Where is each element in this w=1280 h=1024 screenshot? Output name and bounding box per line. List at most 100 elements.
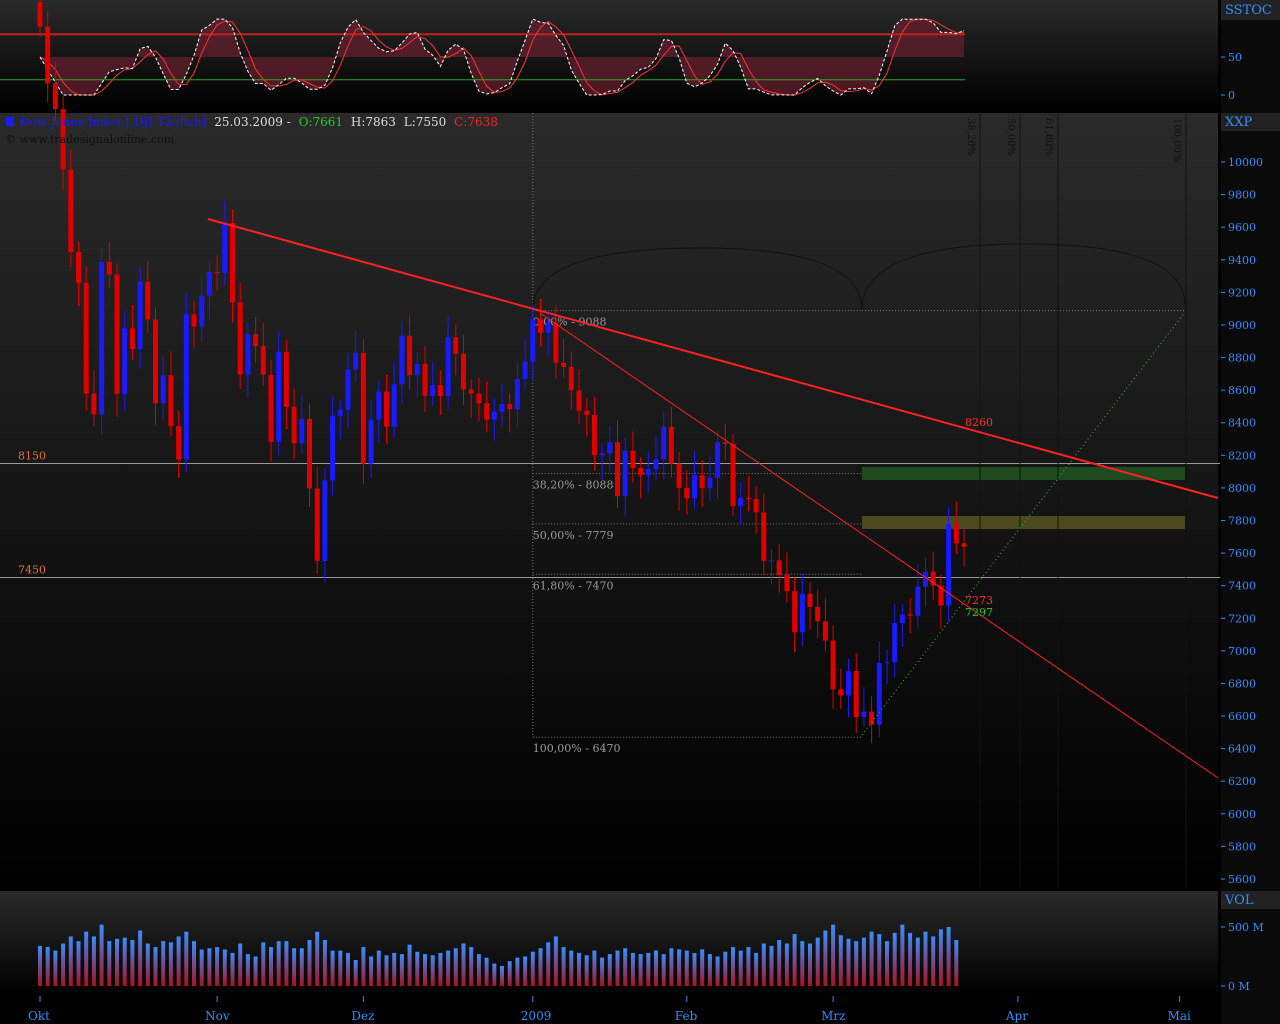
- y-tick-label: 5600: [1228, 873, 1256, 886]
- y-tick-label: 6600: [1228, 710, 1256, 723]
- y-tick-label: 8200: [1228, 449, 1256, 462]
- volume-bar: [184, 931, 189, 986]
- volume-bar: [569, 950, 574, 986]
- volume-title: VOL: [1224, 893, 1254, 908]
- volume-bar: [261, 942, 266, 986]
- volume-bar: [192, 941, 196, 986]
- y-tick-label: 7000: [1228, 645, 1256, 658]
- volume-bar: [553, 936, 558, 986]
- candle-body: [846, 671, 851, 696]
- volume-bar: [384, 955, 389, 986]
- candle-body: [114, 274, 120, 394]
- vol-tick-label: 0 M: [1228, 980, 1250, 993]
- candle-body: [368, 419, 374, 464]
- candle-body: [245, 334, 251, 375]
- candle-body: [491, 411, 497, 420]
- volume-bar: [507, 961, 512, 986]
- volume-bar: [53, 950, 58, 986]
- volume-bar: [869, 931, 874, 986]
- volume-bar: [376, 950, 381, 986]
- volume-bar: [76, 941, 81, 986]
- candle-body: [45, 26, 51, 84]
- y-tick-label: 7400: [1228, 580, 1256, 593]
- candle-body: [953, 524, 959, 544]
- candle-body: [299, 418, 305, 444]
- copyright: © www.tradesignalonline.com: [5, 133, 175, 146]
- volume-bar: [769, 945, 774, 986]
- candle-body: [538, 319, 543, 333]
- vol-tick-label: 500 M: [1228, 921, 1264, 934]
- volume-bar: [353, 960, 358, 986]
- volume-bar: [684, 950, 689, 986]
- candle-body: [199, 295, 205, 327]
- candle-body: [153, 319, 158, 404]
- volume-bar: [808, 943, 812, 986]
- candle-body: [237, 302, 243, 375]
- candle-body: [522, 361, 528, 380]
- x-tick-label: Dez: [351, 1009, 374, 1023]
- green-zone: [862, 467, 1185, 480]
- level-label: 7450: [18, 564, 46, 577]
- candle-body: [853, 671, 859, 718]
- candle-body: [553, 322, 559, 363]
- y-tick-label: 9200: [1228, 286, 1256, 299]
- candle-body: [630, 450, 636, 469]
- candle-body: [884, 662, 890, 664]
- volume-bar: [38, 945, 42, 986]
- candle-body: [599, 453, 605, 456]
- volume-bar: [900, 924, 905, 986]
- candle-body: [784, 575, 790, 592]
- candle-body: [653, 459, 659, 469]
- volume-bar: [938, 929, 943, 986]
- volume-bar: [546, 942, 551, 986]
- legend-date: 25.03.2009 -: [214, 115, 291, 129]
- volume-bar: [723, 951, 728, 986]
- legend-high: H:7863: [351, 115, 396, 129]
- volume-bar: [423, 954, 427, 986]
- volume-bar: [476, 954, 481, 986]
- candle-body: [499, 403, 505, 412]
- candle-body: [422, 363, 428, 396]
- candle-body: [715, 442, 721, 478]
- volume-bar: [561, 947, 566, 986]
- yellow-zone: [862, 516, 1185, 529]
- x-tick-label: Apr: [1005, 1009, 1028, 1023]
- volume-bar: [877, 934, 882, 986]
- volume-bar: [469, 947, 474, 986]
- candle-body: [276, 351, 282, 442]
- volume-bar: [299, 948, 304, 986]
- candle-body: [738, 497, 744, 507]
- stoch-title: SSTOC: [1225, 3, 1272, 18]
- volume-bar: [407, 944, 412, 986]
- candle-body: [414, 363, 420, 376]
- candle-body: [230, 223, 235, 303]
- candle-body: [337, 409, 343, 416]
- candle-body: [307, 418, 312, 489]
- volume-bar: [784, 943, 789, 986]
- volume-bar: [392, 952, 397, 986]
- volume-bar: [661, 954, 666, 986]
- y-tick-label: 7800: [1228, 514, 1256, 527]
- volume-bar: [823, 930, 828, 986]
- candle-body: [591, 414, 597, 456]
- candle-body: [507, 403, 513, 410]
- candle-body: [91, 393, 97, 415]
- time-fib-label: 100,00%: [1171, 118, 1182, 163]
- volume-bar: [161, 941, 166, 986]
- candle-body: [545, 322, 551, 333]
- legend: Dow Jones Index [.DJI Täglich] 25.03.200…: [20, 115, 498, 129]
- candle-body: [961, 543, 967, 547]
- volume-bar: [269, 947, 273, 986]
- volume-bar: [538, 948, 543, 986]
- volume-bar: [230, 952, 235, 986]
- volume-bar: [931, 936, 936, 986]
- candle-body: [160, 375, 166, 404]
- y-tick-label: 7200: [1228, 612, 1256, 625]
- volume-bar: [923, 931, 928, 986]
- volume-bar: [523, 956, 528, 986]
- y-tick-label: 6200: [1228, 775, 1256, 788]
- candle-body: [584, 410, 590, 415]
- series-name: Dow Jones Index [.DJI Täglich]: [20, 115, 206, 129]
- candle-body: [530, 319, 536, 362]
- fib-label: 100,00% - 6470: [533, 742, 621, 755]
